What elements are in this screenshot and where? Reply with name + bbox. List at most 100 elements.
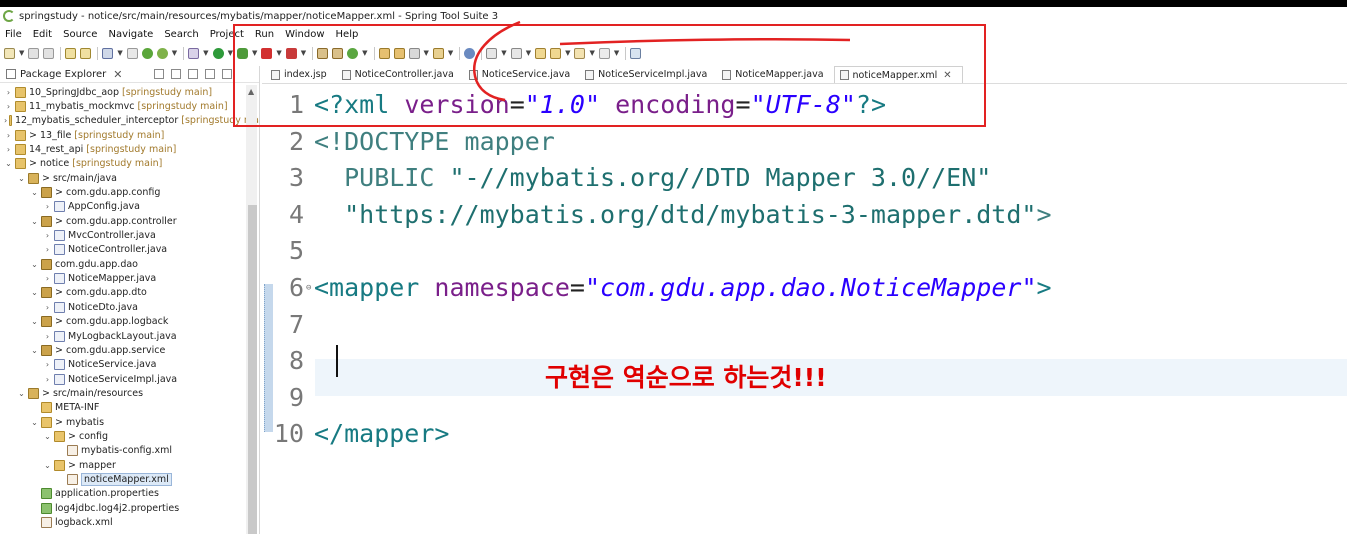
collapse-arrow-icon[interactable]: › <box>4 145 13 154</box>
tree-item[interactable]: application.properties <box>0 487 259 501</box>
chevron-down-icon[interactable]: ▼ <box>172 49 177 57</box>
fold-toggle-icon[interactable]: ⊖ <box>306 283 314 293</box>
tree-item[interactable]: META-INF <box>0 401 259 415</box>
tree-item-label: > src/main/resources <box>42 387 144 399</box>
tree-item[interactable]: log4jdbc.log4j2.properties <box>0 501 259 515</box>
chevron-down-icon[interactable]: ▼ <box>117 49 122 57</box>
tree-item[interactable]: ⌄ com.gdu.app.dao <box>0 257 259 271</box>
code-line[interactable]: 2 <!DOCTYPE mapper <box>262 123 555 160</box>
new-icon[interactable] <box>4 47 15 59</box>
chevron-down-icon[interactable]: ▼ <box>203 49 208 57</box>
expand-arrow-icon[interactable]: ⌄ <box>4 159 13 168</box>
spring-icon[interactable] <box>156 47 168 59</box>
expand-arrow-icon[interactable]: ⌄ <box>30 288 39 297</box>
tree-item[interactable]: ⌄ > config <box>0 429 259 443</box>
code-line[interactable]: 4 "https://mybatis.org/dtd/mybatis-3-map… <box>262 196 1052 233</box>
tree-item[interactable]: ⌄ > com.gdu.app.controller <box>0 214 259 228</box>
tree-item[interactable]: › MyLogbackLayout.java <box>0 329 259 343</box>
collapse-all-icon[interactable] <box>154 69 165 79</box>
menu-search[interactable]: Search <box>164 29 198 40</box>
expand-arrow-icon[interactable]: ⌄ <box>30 217 39 226</box>
code-editor[interactable]: 1 <? xml version = "1.0" encoding = "UTF-8" ?> 2… <box>262 84 1347 534</box>
code-line[interactable]: 8 <box>262 342 338 379</box>
collapse-arrow-icon[interactable]: › <box>4 116 7 125</box>
tree-item[interactable]: › NoticeMapper.java <box>0 271 259 285</box>
code-line[interactable]: 9 <box>262 379 314 416</box>
code-line[interactable]: 3 PUBLIC "-//mybatis.org//DTD Mapper 3.0… <box>262 159 991 196</box>
collapse-arrow-icon[interactable]: › <box>43 274 52 283</box>
tree-item[interactable]: ⌄ > src/main/java <box>0 171 259 185</box>
collapse-arrow-icon[interactable]: › <box>43 375 52 384</box>
console-icon[interactable] <box>102 47 114 59</box>
java-file-icon <box>54 244 65 256</box>
expand-arrow-icon[interactable]: ⌄ <box>30 317 39 326</box>
tree-item[interactable]: ⌄ > com.gdu.app.logback <box>0 315 259 329</box>
expand-arrow-icon[interactable]: ⌄ <box>17 389 26 398</box>
menu-edit[interactable]: Edit <box>33 29 52 40</box>
tree-item[interactable]: › NoticeController.java <box>0 243 259 257</box>
tree-item[interactable]: › 10_SpringJdbc_aop [springstudy main] <box>0 85 259 99</box>
tree-item[interactable]: ⌄ > com.gdu.app.dto <box>0 286 259 300</box>
collapse-arrow-icon[interactable]: › <box>43 231 52 240</box>
maximize-icon[interactable] <box>222 69 233 79</box>
collapse-arrow-icon[interactable]: › <box>4 102 13 111</box>
expand-arrow-icon[interactable]: ⌄ <box>30 418 39 427</box>
tree-item-label: > com.gdu.app.service <box>55 344 166 356</box>
link-with-editor-icon[interactable] <box>171 69 182 79</box>
save-icon[interactable] <box>28 47 40 59</box>
save-all-icon[interactable] <box>43 47 55 59</box>
collapse-arrow-icon[interactable]: › <box>4 88 13 97</box>
run-icon[interactable] <box>212 47 224 59</box>
expand-arrow-icon[interactable]: ⌄ <box>30 188 39 197</box>
chevron-down-icon[interactable]: ▼ <box>19 49 24 57</box>
expand-arrow-icon[interactable]: ⌄ <box>17 174 26 183</box>
tree-item[interactable]: › NoticeService.java <box>0 358 259 372</box>
code-line[interactable]: 5 <box>262 232 314 269</box>
tree-item[interactable]: › MvcController.java <box>0 228 259 242</box>
collapse-arrow-icon[interactable]: › <box>43 360 52 369</box>
collapse-arrow-icon[interactable]: › <box>4 131 13 140</box>
code-line[interactable]: 10 </mapper> <box>262 415 450 452</box>
tree-item[interactable]: › NoticeServiceImpl.java <box>0 372 259 386</box>
tree-item[interactable]: › 11_mybatis_mockmvc [springstudy main] <box>0 99 259 113</box>
tree-item[interactable]: ⌄ > com.gdu.app.config <box>0 185 259 199</box>
tree-item[interactable]: › AppConfig.java <box>0 200 259 214</box>
view-menu-icon[interactable] <box>188 69 199 79</box>
tree-item[interactable]: › 14_rest_api [springstudy main] <box>0 142 259 156</box>
tree-item[interactable]: › NoticeDto.java <box>0 300 259 314</box>
tree-item[interactable]: noticeMapper.xml <box>0 472 259 486</box>
tree-item[interactable]: mybatis-config.xml <box>0 444 259 458</box>
tree-item[interactable]: ⌄ > com.gdu.app.service <box>0 343 259 357</box>
tree-item-label: log4jdbc.log4j2.properties <box>55 502 180 514</box>
tree-item[interactable]: ⌄ > notice [springstudy main] <box>0 157 259 171</box>
menu-file[interactable]: File <box>5 29 22 40</box>
collapse-arrow-icon[interactable]: › <box>43 245 52 254</box>
tree-item[interactable]: logback.xml <box>0 515 259 529</box>
tree-item[interactable]: › 12_mybatis_scheduler_interceptor [spring… <box>0 114 259 128</box>
expand-arrow-icon[interactable]: ⌄ <box>43 432 52 441</box>
tree-item-label: > com.gdu.app.logback <box>55 316 169 328</box>
code-line[interactable]: 6 ⊖ <mapper namespace = "com.gdu.app.dao.Not… <box>262 269 1052 306</box>
menu-source[interactable]: Source <box>63 29 97 40</box>
close-icon[interactable]: ✕ <box>113 68 122 81</box>
debug-icon[interactable] <box>188 47 200 59</box>
open-resource-icon[interactable] <box>80 47 92 59</box>
expand-arrow-icon[interactable]: ⌄ <box>43 461 52 470</box>
package-explorer-title[interactable]: Package Explorer <box>20 69 106 80</box>
tree-item[interactable]: ⌄ > mybatis <box>0 415 259 429</box>
open-type-icon[interactable] <box>65 47 77 59</box>
menu-navigate[interactable]: Navigate <box>108 29 153 40</box>
collapse-arrow-icon[interactable]: › <box>43 332 52 341</box>
minimize-icon[interactable] <box>205 69 216 79</box>
code-line[interactable]: 7 <box>262 306 314 343</box>
expand-arrow-icon[interactable]: ⌄ <box>30 260 39 269</box>
tree-item[interactable]: ⌄ > mapper <box>0 458 259 472</box>
collapse-arrow-icon[interactable]: › <box>43 202 52 211</box>
expand-arrow-icon[interactable]: ⌄ <box>30 346 39 355</box>
start-server-icon[interactable] <box>141 47 153 59</box>
skip-breakpoints-icon[interactable] <box>126 47 138 59</box>
tree-item[interactable]: ⌄ > src/main/resources <box>0 386 259 400</box>
collapse-arrow-icon[interactable]: › <box>43 303 52 312</box>
tree-item[interactable]: › > 13_file [springstudy main] <box>0 128 259 142</box>
tree-scrollbar-thumb[interactable] <box>248 205 257 534</box>
